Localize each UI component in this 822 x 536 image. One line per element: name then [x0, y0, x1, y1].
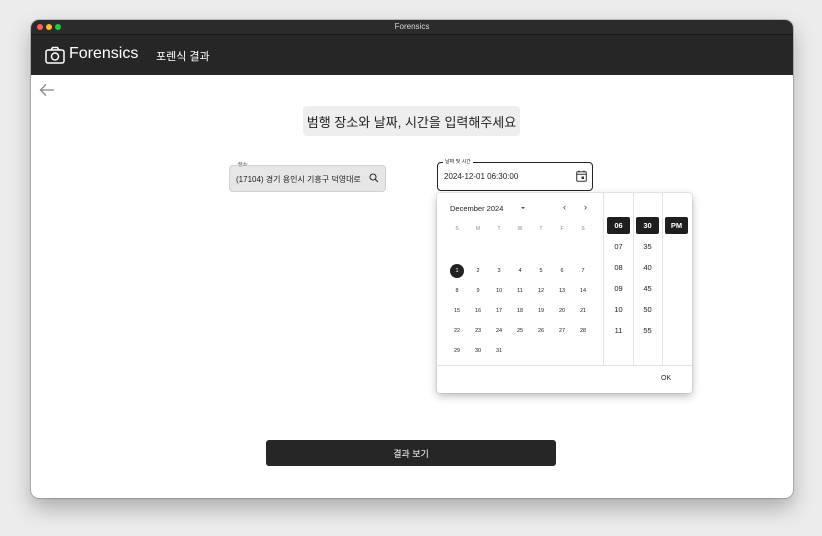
minute-option[interactable]: 45 — [636, 280, 659, 297]
datetime-label: 날짜 및 시간 — [443, 159, 473, 165]
calendar-day[interactable]: 24 — [492, 324, 506, 338]
hour-option[interactable]: 08 — [607, 259, 630, 276]
calendar-day[interactable]: 8 — [450, 284, 464, 298]
view-results-button[interactable]: 결과 보기 — [266, 440, 556, 466]
month-label[interactable]: December 2024 — [450, 204, 503, 213]
location-value: (17104) 경기 용인시 기흥구 덕영대로 — [236, 175, 361, 184]
search-icon[interactable] — [369, 173, 379, 183]
calendar-day[interactable]: 14 — [576, 284, 590, 298]
weekday-label: S — [455, 226, 459, 232]
hour-option[interactable]: 11 — [607, 322, 630, 339]
location-label: 장소 — [237, 162, 249, 168]
window-title: Forensics — [394, 22, 430, 31]
calendar-day[interactable]: 25 — [513, 324, 527, 338]
column-divider — [633, 193, 634, 365]
calendar-day[interactable]: 20 — [555, 304, 569, 318]
minute-option[interactable]: 55 — [636, 322, 659, 339]
picker-divider — [437, 365, 692, 366]
page-heading: 범행 장소와 날짜, 시간을 입력해주세요 — [303, 106, 520, 136]
datetime-picker: December 2024 ‹ › SMTWTFS 1 2 3 4 5 6 7 8 9 10 11 1… — [437, 193, 692, 393]
minute-option[interactable]: 35 — [636, 238, 659, 255]
nav-forensic-results[interactable]: 포렌식 결과 — [156, 48, 210, 64]
prev-month-button[interactable]: ‹ — [563, 202, 566, 212]
weekday-label: W — [517, 226, 523, 232]
calendar-day[interactable]: 31 — [492, 344, 506, 358]
calendar-day[interactable]: 29 — [450, 344, 464, 358]
calendar-day[interactable]: 28 — [576, 324, 590, 338]
calendar-day[interactable]: 17 — [492, 304, 506, 318]
calendar-day[interactable]: 19 — [534, 304, 548, 318]
ok-button[interactable]: OK — [661, 375, 671, 382]
hour-option[interactable]: 07 — [607, 238, 630, 255]
calendar-day[interactable]: 22 — [450, 324, 464, 338]
column-divider — [662, 193, 663, 365]
calendar-day[interactable]: 9 — [471, 284, 485, 298]
location-field[interactable]: 장소 (17104) 경기 용인시 기흥구 덕영대로 — [229, 162, 386, 192]
title-bar: Forensics — [31, 20, 793, 35]
app-name: Forensics — [69, 45, 139, 62]
camera-icon — [45, 46, 65, 64]
calendar-day[interactable]: 15 — [450, 304, 464, 318]
calendar-day[interactable]: 16 — [471, 304, 485, 318]
meridiem-option[interactable]: PM — [665, 217, 688, 234]
calendar-day[interactable]: 11 — [513, 284, 527, 298]
weekday-label: F — [560, 226, 564, 232]
calendar-day[interactable]: 13 — [555, 284, 569, 298]
datetime-value: 2024-12-01 06:30:00 — [444, 172, 519, 181]
calendar-day[interactable]: 12 — [534, 284, 548, 298]
chevron-down-icon[interactable] — [519, 204, 527, 212]
calendar-day[interactable]: 30 — [471, 344, 485, 358]
calendar-day[interactable]: 5 — [534, 264, 548, 278]
calendar-day[interactable]: 10 — [492, 284, 506, 298]
weekday-label: T — [539, 226, 543, 232]
column-divider — [603, 193, 604, 365]
minute-option[interactable]: 50 — [636, 301, 659, 318]
calendar-day[interactable]: 23 — [471, 324, 485, 338]
calendar-day[interactable]: 18 — [513, 304, 527, 318]
calendar-day[interactable]: 4 — [513, 264, 527, 278]
hour-option[interactable]: 10 — [607, 301, 630, 318]
hour-option[interactable]: 06 — [607, 217, 630, 234]
minute-option[interactable]: 40 — [636, 259, 659, 276]
calendar-day[interactable]: 27 — [555, 324, 569, 338]
back-arrow-icon[interactable] — [39, 83, 55, 97]
weekday-label: M — [475, 226, 481, 232]
calendar-day[interactable]: 21 — [576, 304, 590, 318]
datetime-field[interactable]: 날짜 및 시간 2024-12-01 06:30:00 — [437, 159, 593, 191]
calendar-day[interactable]: 6 — [555, 264, 569, 278]
minute-option[interactable]: 30 — [636, 217, 659, 234]
calendar-icon[interactable] — [576, 170, 587, 182]
calendar-day[interactable]: 26 — [534, 324, 548, 338]
calendar-day[interactable]: 1 — [450, 264, 464, 278]
weekday-label: S — [581, 226, 585, 232]
calendar-day[interactable]: 2 — [471, 264, 485, 278]
app-window: Forensics Forensics 포렌식 결과 범행 장소와 날짜, 시간… — [31, 20, 793, 498]
calendar-day[interactable]: 7 — [576, 264, 590, 278]
calendar-day[interactable]: 3 — [492, 264, 506, 278]
weekday-label: T — [497, 226, 501, 232]
hour-option[interactable]: 09 — [607, 280, 630, 297]
app-bar: Forensics 포렌식 결과 — [31, 35, 793, 75]
next-month-button[interactable]: › — [584, 202, 587, 212]
